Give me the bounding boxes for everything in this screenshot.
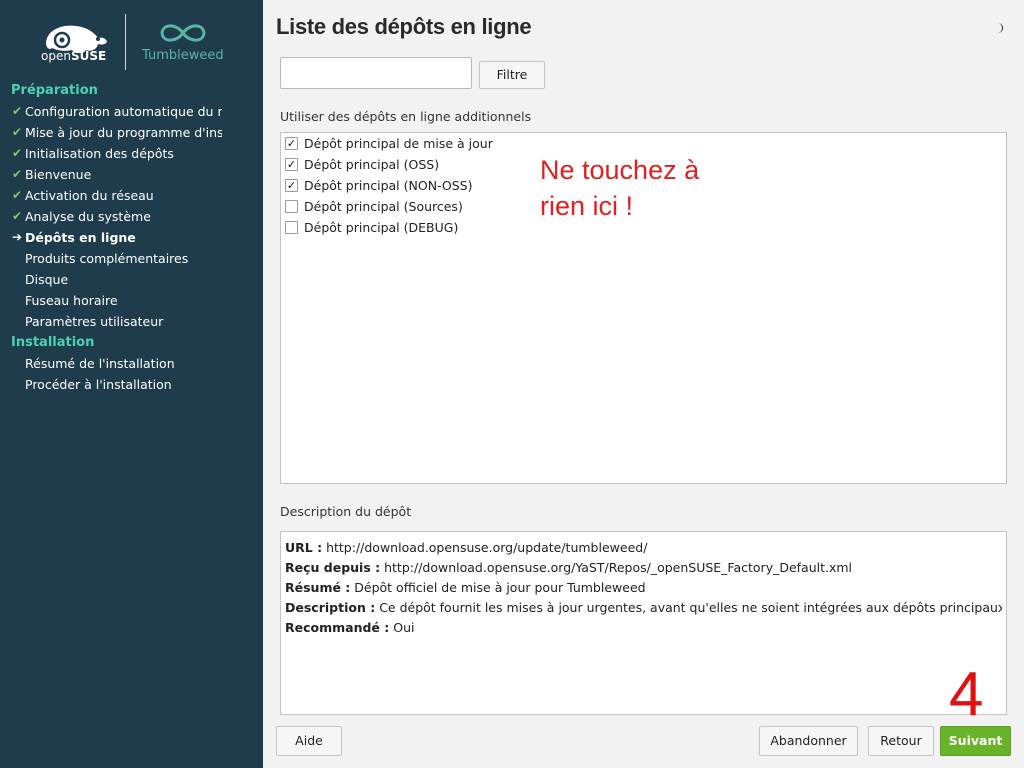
desc-summary: Résumé : Dépôt officiel de mise à jour p… <box>285 580 646 595</box>
half-moon-icon[interactable] <box>994 22 1006 34</box>
help-button[interactable]: Aide <box>276 726 342 756</box>
step-section-preparation: Préparation <box>11 83 98 98</box>
repo-checkbox[interactable] <box>285 221 298 234</box>
check-icon: ✔ <box>12 125 23 139</box>
step-user-settings: Paramètres utilisateur <box>25 314 164 329</box>
filter-button[interactable]: Filtre <box>479 61 545 89</box>
step-repo-init: ✔ Initialisation des dépôts <box>0 143 222 164</box>
check-icon: ✔ <box>12 209 23 223</box>
annotation-warning: Ne touchez à rien ici ! <box>540 155 700 221</box>
desc-url: URL : http://download.opensuse.org/updat… <box>285 540 648 555</box>
step-perform-install: Procéder à l'installation <box>25 377 172 392</box>
desc-source: Reçu depuis : http://download.opensuse.o… <box>285 560 853 575</box>
repo-checkbox[interactable] <box>285 200 298 213</box>
repos-label: Utiliser des dépôts en ligne additionnel… <box>280 109 532 124</box>
step-network-activation: ✔ Activation du réseau <box>0 185 222 206</box>
main-panel: Liste des dépôts en ligne Filtre Utilise… <box>263 0 1024 768</box>
desc-description: Description : Ce dépôt fournit les mises… <box>285 600 1002 615</box>
step-section-installation: Installation <box>11 335 95 350</box>
step-online-repos: ➔ Dépôts en ligne <box>0 227 222 248</box>
check-icon: ✔ <box>12 104 23 118</box>
arrow-right-icon: ➔ <box>12 230 23 244</box>
repo-checkbox[interactable]: ✓ <box>285 137 298 150</box>
step-network-autoconfig: ✔Configuration automatique du réseau <box>0 101 222 122</box>
description-label: Description du dépôt <box>280 504 412 519</box>
back-button[interactable]: Retour <box>868 726 934 756</box>
step-timezone: Fuseau horaire <box>25 293 118 308</box>
install-steps: Préparation ✔ Configuration automatique d… <box>0 80 263 395</box>
step-disk: Disque <box>25 272 69 287</box>
abort-button[interactable]: Abandonner <box>759 726 858 756</box>
step-installer-update: ✔Mise à jour du programme d'installation <box>0 122 222 143</box>
next-button[interactable]: Suivant <box>940 726 1011 756</box>
logo-area: openSUSE Tumbleweed <box>0 0 263 80</box>
repo-checkbox[interactable]: ✓ <box>285 158 298 171</box>
tumbleweed-infinity-icon <box>160 24 206 42</box>
step-install-summary: Résumé de l'installation <box>25 356 175 371</box>
step-number-annotation: 4 <box>949 660 984 729</box>
sidebar: openSUSE Tumbleweed Préparation ✔ Configu… <box>0 0 263 768</box>
check-icon: ✔ <box>12 146 23 160</box>
step-addon-products: Produits complémentaires <box>25 251 189 266</box>
tumbleweed-wordmark: Tumbleweed <box>142 48 224 63</box>
step-welcome: ✔ Bienvenue <box>0 164 222 185</box>
desc-recommended: Recommandé : Oui <box>285 620 415 635</box>
logo-divider <box>125 14 126 70</box>
opensuse-wordmark: openSUSE <box>41 49 107 63</box>
repo-checkbox[interactable]: ✓ <box>285 179 298 192</box>
filter-input[interactable] <box>280 57 472 89</box>
check-icon: ✔ <box>12 167 23 181</box>
check-icon: ✔ <box>12 188 23 202</box>
page-title: Liste des dépôts en ligne <box>276 14 532 39</box>
step-system-analysis: ✔ Analyse du système <box>0 206 222 227</box>
description-box: URL : http://download.opensuse.org/updat… <box>280 531 1007 715</box>
